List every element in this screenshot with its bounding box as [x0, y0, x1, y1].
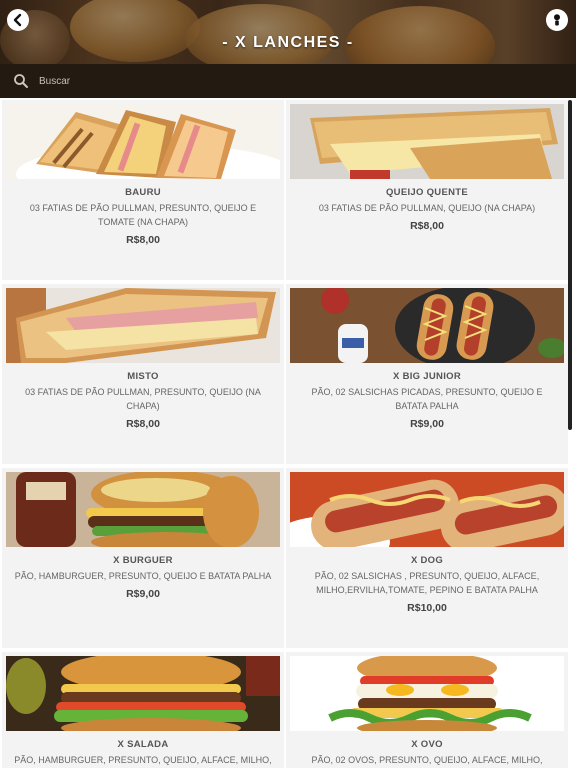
product-name: X BIG JUNIOR	[393, 371, 461, 382]
product-image	[6, 472, 280, 547]
product-name: QUEIJO QUENTE	[385, 187, 469, 198]
product-description: PÃO, 02 SALSICHAS , PRESUNTO, QUEIJO, AL…	[314, 571, 540, 595]
product-description: 03 FATIAS DE PÃO PULLMAN, PRESUNTO, QUEI…	[29, 203, 257, 227]
product-description: 03 FATIAS DE PÃO PULLMAN, QUEIJO (NA CHA…	[318, 203, 536, 213]
product-price: R$9,00	[410, 418, 444, 430]
product-card-queijo-quente[interactable]: QUEIJO QUENTE 03 FATIAS DE PÃO PULLMAN, …	[286, 100, 568, 280]
product-image	[290, 656, 564, 731]
search-bar	[0, 64, 576, 98]
product-card-x-big-junior[interactable]: X BIG JUNIOR PÃO, 02 SALSICHAS PICADAS, …	[286, 284, 568, 464]
product-card-x-dog[interactable]: X DOG PÃO, 02 SALSICHAS , PRESUNTO, QUEI…	[286, 468, 568, 648]
header-banner: - X LANCHES -	[0, 0, 576, 64]
product-description: 03 FATIAS DE PÃO PULLMAN, PRESUNTO, QUEI…	[25, 387, 261, 411]
app-screen: - X LANCHES - Buscar BAURU 03 FATIAS DE …	[0, 0, 576, 768]
info-icon	[554, 14, 560, 26]
search-input[interactable]	[39, 75, 339, 87]
product-card-x-ovo[interactable]: X OVO PÃO, 02 OVOS, PRESUNTO, QUEIJO, AL…	[286, 652, 568, 768]
product-card-bauru[interactable]: BAURU 03 FATIAS DE PÃO PULLMAN, PRESUNTO…	[2, 100, 284, 280]
product-price: R$8,00	[410, 220, 444, 232]
product-description: PÃO, HAMBURGUER, PRESUNTO, QUEIJO E BATA…	[14, 571, 272, 581]
page-title: - X LANCHES -	[222, 34, 354, 51]
product-image	[290, 472, 564, 547]
product-name: BAURU	[125, 187, 161, 198]
back-button[interactable]	[7, 9, 29, 31]
product-price: R$8,00	[126, 418, 160, 430]
product-name: X BURGUER	[113, 555, 173, 566]
product-description: PÃO, HAMBURGUER, PRESUNTO, QUEIJO, ALFAC…	[14, 755, 272, 765]
scrollbar[interactable]	[568, 100, 572, 430]
product-image	[290, 288, 564, 363]
product-description: PÃO, 02 OVOS, PRESUNTO, QUEIJO, ALFACE, …	[311, 755, 543, 765]
product-name: X OVO	[411, 739, 443, 750]
product-image	[290, 104, 564, 179]
product-price: R$8,00	[126, 234, 160, 246]
product-price: R$9,00	[126, 588, 160, 600]
product-name: X SALADA	[117, 739, 169, 750]
product-image	[6, 656, 280, 731]
search-icon[interactable]	[13, 73, 29, 89]
product-card-x-burguer[interactable]: X BURGUER PÃO, HAMBURGUER, PRESUNTO, QUE…	[2, 468, 284, 648]
product-grid: BAURU 03 FATIAS DE PÃO PULLMAN, PRESUNTO…	[0, 98, 576, 768]
product-price: R$10,00	[407, 602, 447, 614]
product-image	[6, 104, 280, 179]
product-image	[6, 288, 280, 363]
product-description: PÃO, 02 SALSICHAS PICADAS, PRESUNTO, QUE…	[311, 387, 543, 411]
product-card-x-salada[interactable]: X SALADA PÃO, HAMBURGUER, PRESUNTO, QUEI…	[2, 652, 284, 768]
product-name: MISTO	[127, 371, 159, 382]
product-name: X DOG	[410, 555, 444, 566]
product-card-misto[interactable]: MISTO 03 FATIAS DE PÃO PULLMAN, PRESUNTO…	[2, 284, 284, 464]
chevron-left-icon	[13, 13, 22, 27]
info-button[interactable]	[546, 9, 568, 31]
